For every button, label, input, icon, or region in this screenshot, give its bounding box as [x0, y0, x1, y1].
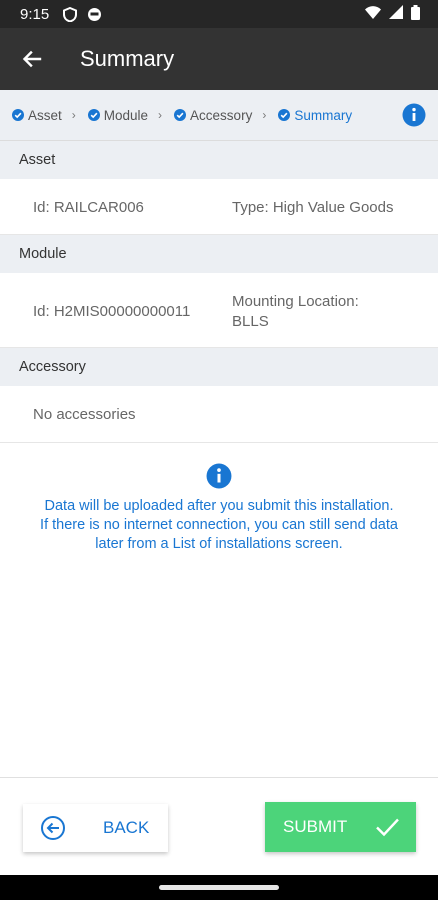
system-nav-bar [0, 875, 438, 900]
page-title: Summary [80, 46, 175, 71]
step-summary[interactable]: Summary [278, 108, 352, 123]
module-id: Id: H2MIS00000000011 [33, 303, 191, 320]
accessory-row: No accessories [0, 386, 438, 443]
status-bar: 9:15 [0, 0, 438, 28]
step-asset[interactable]: Asset [12, 108, 62, 123]
check-circle-icon [278, 109, 291, 121]
chevron-right-icon: › [158, 108, 163, 122]
section-header-module: Module [0, 235, 438, 273]
wifi-icon [365, 5, 381, 23]
battery-icon [411, 4, 420, 24]
no-accessories-text: No accessories [33, 406, 136, 423]
section-title: Module [19, 246, 67, 262]
shield-icon [63, 6, 78, 22]
home-gesture-handle[interactable] [159, 885, 279, 890]
check-circle-icon [174, 109, 187, 121]
section-title: Asset [19, 152, 56, 168]
arrow-left-icon[interactable] [20, 47, 44, 71]
section-header-accessory: Accessory [0, 348, 438, 386]
back-button[interactable]: BACK [23, 804, 168, 852]
info-icon[interactable] [402, 103, 426, 127]
step-label: Module [103, 107, 149, 123]
back-button-label: BACK [103, 818, 150, 837]
app-bar: Summary [0, 28, 438, 90]
step-module[interactable]: Module [87, 107, 149, 123]
step-label: Asset [28, 107, 62, 123]
section-header-asset: Asset [0, 141, 438, 179]
submit-button[interactable]: SUBMIT [265, 802, 416, 852]
section-title: Accessory [19, 359, 86, 375]
step-accessory[interactable]: Accessory [174, 108, 252, 123]
chevron-right-icon: › [71, 108, 76, 122]
notice-line: later from a List of installations scree… [95, 536, 343, 552]
upload-notice: Data will be uploaded after you submit t… [0, 463, 438, 554]
check-circle-icon [87, 109, 100, 121]
notice-line: If there is no internet connection, you … [40, 517, 398, 533]
breadcrumb: Asset › Module › Accessory › Summary [0, 90, 438, 141]
check-circle-icon [12, 109, 24, 121]
asset-row: Id: RAILCAR006 Type: High Value Goods [0, 179, 438, 235]
arrow-left-circle-icon [41, 816, 65, 840]
asset-type: Type: High Value Goods [232, 199, 394, 216]
status-time: 9:15 [20, 5, 50, 23]
signal-icon [389, 5, 403, 23]
step-label: Accessory [190, 107, 253, 123]
check-icon [376, 818, 400, 837]
info-icon [206, 463, 232, 489]
mounting-location-label: Mounting Location: [232, 293, 359, 310]
module-row: Id: H2MIS00000000011 Mounting Location: … [0, 273, 438, 348]
asset-id: Id: RAILCAR006 [33, 199, 144, 216]
step-label: Summary [294, 107, 353, 123]
chevron-right-icon: › [262, 108, 267, 122]
submit-button-label: SUBMIT [283, 817, 348, 836]
action-bar: BACK SUBMIT [0, 777, 438, 876]
face-icon [87, 7, 102, 22]
notice-line: Data will be uploaded after you submit t… [44, 498, 394, 514]
mounting-location-value: BLLS [232, 313, 269, 330]
